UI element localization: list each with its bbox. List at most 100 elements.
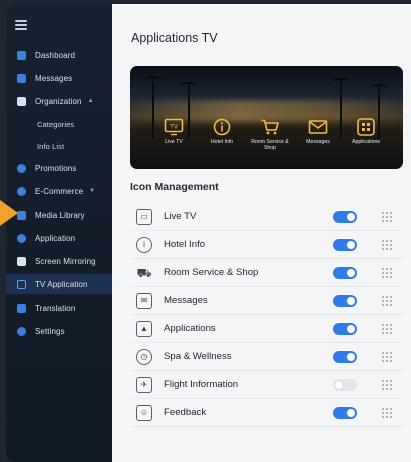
list-item-label: Feedback (164, 407, 207, 418)
sidebar-item-label: Info List (37, 141, 65, 151)
main-panel: Applications TV TV Live TV Hotel Info Ro… (112, 4, 411, 462)
toggle-switch[interactable] (333, 379, 357, 391)
menu-icon[interactable] (15, 20, 27, 30)
list-item-spa-wellness: ◷ Spa & Wellness (130, 343, 403, 371)
toggle-switch[interactable] (333, 211, 357, 223)
palm-frond (370, 84, 388, 92)
list-item-messages: ✉ Messages (130, 287, 403, 315)
apps-icon: ▲ (136, 320, 152, 337)
list-item-label: Room Service & Shop (164, 267, 259, 278)
sidebar-item-label: Promotions (35, 163, 77, 173)
tile-label: Messages (306, 139, 330, 145)
palm-frond (144, 76, 162, 84)
sidebar-item-translation[interactable]: Translation (6, 298, 112, 318)
preview-tile-hotel-info[interactable]: Hotel Info (198, 117, 246, 155)
sidebar-item-screen-mirroring[interactable]: Screen Mirroring (6, 251, 112, 271)
sidebar-subitem-categories[interactable]: Categories (6, 114, 112, 134)
organization-icon (17, 96, 26, 106)
ecommerce-icon (17, 186, 26, 196)
cart-icon (259, 117, 281, 137)
promotions-icon (17, 163, 26, 173)
drag-handle-icon[interactable] (382, 296, 392, 306)
tile-label: Live TV (165, 139, 183, 145)
toggle-switch[interactable] (333, 239, 357, 251)
palm-frond (180, 82, 198, 90)
envelope-icon (307, 117, 329, 137)
sidebar-item-messages[interactable]: Messages (6, 68, 112, 88)
list-item-label: Live TV (164, 211, 197, 222)
cart-icon: ⛟ (136, 265, 152, 280)
sidebar-item-application[interactable]: Application (6, 228, 112, 248)
chevron-up-icon: ▲ (87, 98, 94, 104)
flight-icon: ✈ (136, 376, 152, 393)
icon-management-title: Icon Management (130, 181, 219, 193)
feedback-icon: ☺ (136, 404, 152, 421)
list-item-hotel-info: i Hotel Info (130, 231, 403, 259)
sidebar-item-settings[interactable]: Settings (6, 321, 112, 341)
preview-tiles: TV Live TV Hotel Info Room Service & Sho… (150, 117, 390, 155)
spa-clock-icon: ◷ (136, 348, 152, 365)
list-item-label: Flight Information (164, 379, 239, 390)
drag-handle-icon[interactable] (382, 240, 392, 250)
tv-icon: ▭ (136, 208, 152, 225)
application-icon (17, 233, 26, 243)
toggle-switch[interactable] (333, 323, 357, 335)
sidebar-item-label: Media Library (35, 210, 85, 220)
sidebar: Dashboard Messages Organization ▲ Catego… (6, 4, 112, 462)
drag-handle-icon[interactable] (382, 268, 392, 278)
sidebar-item-label: Translation (35, 303, 76, 313)
list-item-label: Messages (164, 295, 208, 306)
messages-icon (17, 73, 26, 83)
drag-handle-icon[interactable] (382, 380, 392, 390)
pointer-arrow-icon (0, 200, 18, 226)
drag-handle-icon[interactable] (382, 324, 392, 334)
info-icon: i (136, 236, 152, 253)
apps-grid-icon (355, 117, 377, 137)
tile-label: Hotel Info (210, 139, 234, 145)
sidebar-item-label: Messages (35, 73, 73, 83)
preview-tile-room-service[interactable]: Room Service & Shop (246, 117, 294, 155)
sidebar-item-label: Dashboard (35, 50, 76, 60)
palm-frond (332, 78, 350, 86)
toggle-switch[interactable] (333, 295, 357, 307)
sidebar-item-label: Screen Mirroring (35, 256, 96, 266)
tv-icon: TV (163, 117, 185, 137)
list-item-room-service: ⛟ Room Service & Shop (130, 259, 403, 287)
sidebar-item-promotions[interactable]: Promotions (6, 158, 112, 178)
preview-tile-live-tv[interactable]: TV Live TV (150, 117, 198, 155)
list-item-label: Hotel Info (164, 239, 206, 250)
icon-management-list: ▭ Live TV i Hotel Info ⛟ Room Service & … (130, 203, 403, 427)
list-item-feedback: ☺ Feedback (130, 399, 403, 427)
sidebar-item-organization[interactable]: Organization ▲ (6, 91, 112, 111)
screen-mirroring-icon (17, 256, 26, 266)
tile-label: Applications (352, 139, 380, 145)
toggle-switch[interactable] (333, 267, 357, 279)
sidebar-item-dashboard[interactable]: Dashboard (6, 45, 112, 65)
tv-application-icon (17, 279, 26, 289)
sidebar-item-label: TV Application (35, 279, 88, 289)
toggle-switch[interactable] (333, 407, 357, 419)
sidebar-item-media-library[interactable]: Media Library (6, 205, 112, 225)
preview-tile-messages[interactable]: Messages (294, 117, 342, 155)
toggle-switch[interactable] (333, 351, 357, 363)
sidebar-item-label: Organization (35, 96, 82, 106)
media-library-icon (17, 210, 26, 220)
sidebar-item-label: Categories (37, 119, 75, 129)
list-item-label: Spa & Wellness (164, 351, 232, 362)
preview-tile-applications[interactable]: Applications (342, 117, 390, 155)
drag-handle-icon[interactable] (382, 212, 392, 222)
dashboard-icon (17, 50, 26, 60)
tv-preview-banner: TV Live TV Hotel Info Room Service & Sho… (130, 66, 403, 169)
drag-handle-icon[interactable] (382, 408, 392, 418)
settings-icon (17, 326, 26, 336)
drag-handle-icon[interactable] (382, 352, 392, 362)
sidebar-item-tv-application[interactable]: TV Application (6, 274, 112, 294)
sidebar-subitem-info-list[interactable]: Info List (6, 136, 112, 156)
sidebar-item-ecommerce[interactable]: E-Commerce ▼ (6, 181, 112, 201)
list-item-live-tv: ▭ Live TV (130, 203, 403, 231)
translation-icon (17, 303, 26, 313)
tile-label: Room Service & Shop (251, 139, 289, 151)
info-icon (211, 117, 233, 137)
chevron-down-icon: ▼ (89, 188, 96, 194)
list-item-applications: ▲ Applications (130, 315, 403, 343)
